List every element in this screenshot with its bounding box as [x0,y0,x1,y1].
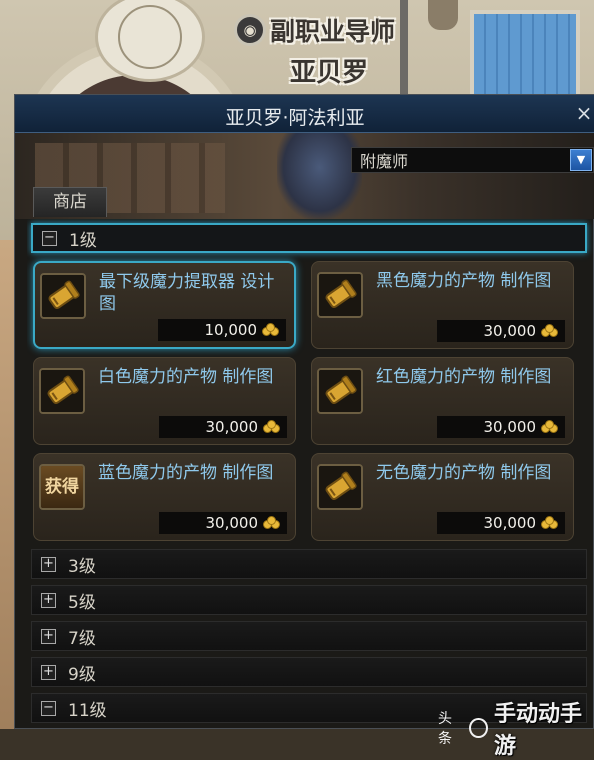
category-level-9[interactable]: + 9级 [31,657,587,687]
category-label: 3级 [68,556,96,577]
price-value: 30,000 [205,418,259,436]
window-title: 亚贝罗·阿法利亚 [225,107,365,129]
item-price: 30,000 [159,512,287,534]
gold-coin-icon [541,420,561,434]
watermark: 头条 手动动手游 [438,696,594,760]
item-price: 30,000 [159,416,287,438]
category-label: 7级 [68,628,96,649]
gold-coin-icon [263,516,283,530]
price-value: 10,000 [204,321,258,339]
watermark-site: 手动动手游 [494,702,583,759]
category-label: 1级 [69,230,97,251]
price-value: 30,000 [483,322,537,340]
scroll-icon [317,272,363,318]
shop-item-list[interactable]: − 1级 最下级魔力提取器 设计图 10,000 黑色魔力的产物 制作图 30,… [27,219,594,730]
collapse-icon[interactable]: − [42,230,57,246]
expand-icon[interactable]: + [41,628,56,644]
npc-name-label: 亚贝罗 [290,58,369,88]
obtain-icon: 获得 [39,464,85,510]
shop-item-white-mana-product[interactable]: 白色魔力的产物 制作图 30,000 [33,357,296,445]
close-icon[interactable]: × [575,101,593,125]
category-level-1[interactable]: − 1级 [31,223,587,253]
item-name: 红色魔力的产物 制作图 [376,367,552,387]
item-name: 无色魔力的产物 制作图 [376,463,552,483]
shop-item-red-mana-product[interactable]: 红色魔力的产物 制作图 30,000 [311,357,574,445]
item-price: 30,000 [437,320,565,342]
category-label: 9级 [68,664,96,685]
npc-type-dropdown[interactable]: 附魔师 ▼ [351,147,594,173]
shop-item-black-mana-product[interactable]: 黑色魔力的产物 制作图 30,000 [311,261,574,349]
item-name: 白色魔力的产物 制作图 [98,367,274,387]
item-price: 10,000 [158,319,286,341]
gold-coin-icon [541,324,561,338]
expand-icon[interactable]: + [41,592,56,608]
item-name: 最下级魔力提取器 设计图 [99,272,275,314]
scroll-icon [39,368,85,414]
dropdown-selected-value: 附魔师 [360,152,409,171]
price-value: 30,000 [205,514,259,532]
watermark-source: 头条 [438,711,452,747]
window-titlebar[interactable]: 亚贝罗·阿法利亚 × [15,95,594,133]
gold-coin-icon [262,323,282,337]
watermark-logo-icon [469,718,488,738]
price-value: 30,000 [483,514,537,532]
gold-coin-icon [263,420,283,434]
item-price: 30,000 [437,512,565,534]
shop-item-colorless-mana-product[interactable]: 无色魔力的产物 制作图 30,000 [311,453,574,541]
tab-shop[interactable]: 商店 [33,187,107,217]
job-emblem-icon: ◉ [234,14,266,46]
obtain-icon-label: 获得 [41,466,83,508]
shop-item-min-mana-extractor[interactable]: 最下级魔力提取器 设计图 10,000 [33,261,296,349]
category-label: 5级 [68,592,96,613]
scroll-icon [317,368,363,414]
npc-job-label: 副职业导师 [270,17,396,46]
price-value: 30,000 [483,418,537,436]
category-level-5[interactable]: + 5级 [31,585,587,615]
expand-icon[interactable]: + [41,556,56,572]
item-price: 30,000 [437,416,565,438]
npc-portrait [277,133,362,219]
collapse-icon[interactable]: − [41,700,56,716]
shop-item-blue-mana-product[interactable]: 获得 蓝色魔力的产物 制作图 30,000 [33,453,296,541]
category-label: 11级 [68,700,107,721]
gold-coin-icon [541,516,561,530]
item-name: 黑色魔力的产物 制作图 [376,271,552,291]
scroll-icon [40,273,86,319]
scroll-icon [317,464,363,510]
npc-job-title: ◉ 副职业导师 [234,12,395,48]
category-level-3[interactable]: + 3级 [31,549,587,579]
category-level-7[interactable]: + 7级 [31,621,587,651]
item-name: 蓝色魔力的产物 制作图 [98,463,274,483]
npc-shop-window: 亚贝罗·阿法利亚 × 附魔师 ▼ 商店 − 1级 最下级魔力提取器 设计图 10… [14,94,594,729]
chevron-down-icon[interactable]: ▼ [570,149,592,171]
expand-icon[interactable]: + [41,664,56,680]
